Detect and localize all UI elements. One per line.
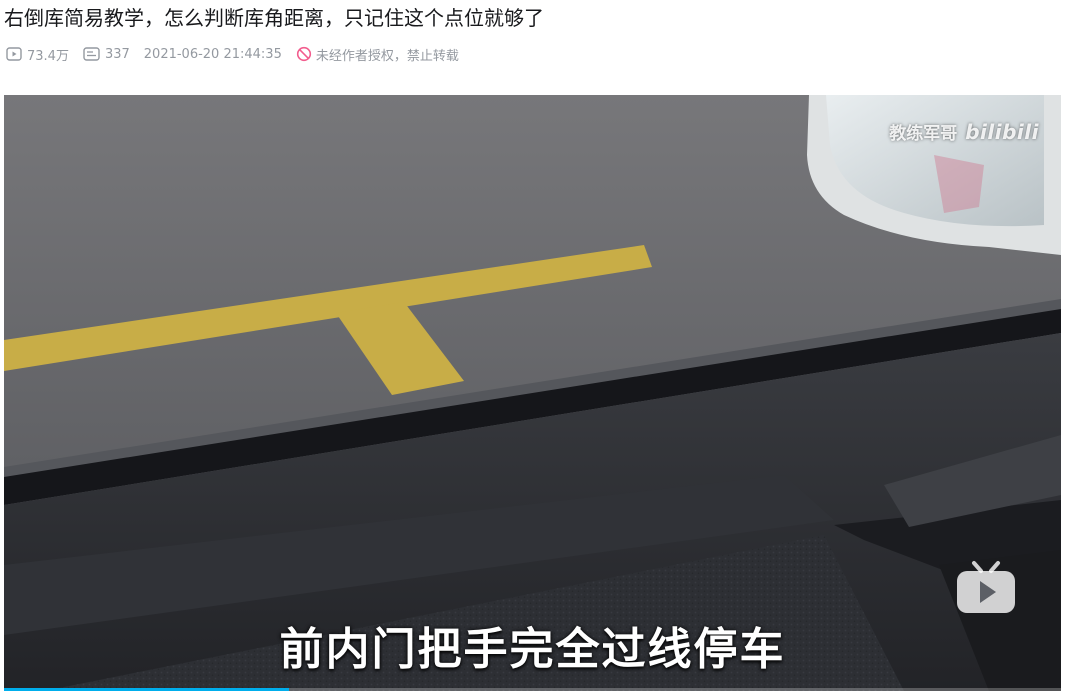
bilibili-tv-icon[interactable] (954, 559, 1018, 615)
video-player[interactable]: 教练军哥 bilibili 前内门把手完全过线停车 (4, 95, 1061, 691)
danmaku-icon (83, 47, 100, 61)
video-watermark: 教练军哥 bilibili (889, 119, 1039, 144)
play-count-icon (6, 47, 22, 61)
publish-time: 2021-06-20 21:44:35 (143, 46, 282, 62)
danmaku-count-text: 337 (104, 46, 130, 62)
copyright-text: 未经作者授权，禁止转载 (315, 48, 459, 64)
view-count: 73.4万 (6, 45, 69, 64)
danmaku-count: 337 (83, 47, 130, 62)
view-count-text: 73.4万 (27, 48, 69, 64)
copyright-notice: 未经作者授权，禁止转载 (296, 45, 459, 64)
video-title: 右倒库简易教学，怎么判断库角距离，只记住这个点位就够了 (4, 6, 544, 30)
progress-bar[interactable] (4, 688, 1061, 691)
progress-fill (4, 688, 290, 691)
watermark-brand: bilibili (965, 120, 1039, 144)
video-frame (4, 95, 1061, 691)
video-subtitle: 前内门把手完全过线停车 (279, 624, 786, 675)
video-meta: 73.4万 337 2021-06-20 21:44:35 未经作者授权，禁止转… (6, 44, 473, 64)
no-reprint-icon (296, 46, 311, 62)
watermark-uploader: 教练军哥 (889, 124, 958, 144)
